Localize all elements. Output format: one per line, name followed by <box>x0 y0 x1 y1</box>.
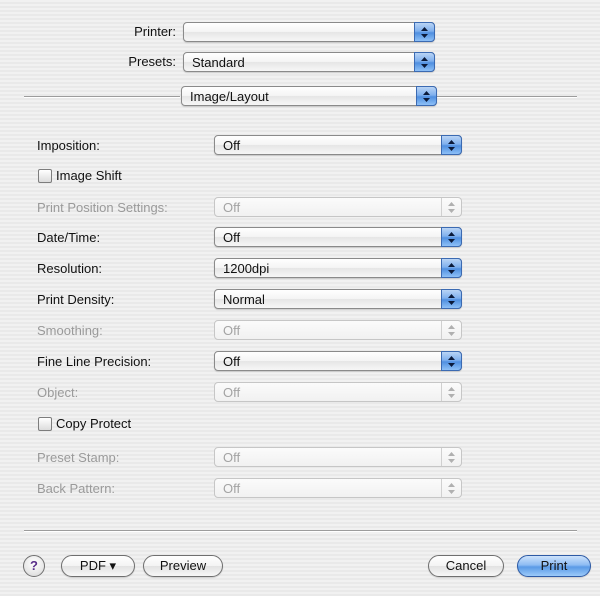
popup-arrows-icon <box>441 227 462 247</box>
date-time-popup[interactable]: Off <box>214 227 462 247</box>
cancel-button[interactable]: Cancel <box>428 555 504 577</box>
print-button[interactable]: Print <box>517 555 591 577</box>
panel-popup[interactable]: Image/Layout <box>181 86 437 106</box>
imposition-value: Off <box>223 138 241 153</box>
print-position-popup[interactable]: Off <box>214 197 462 217</box>
smoothing-label: Smoothing: <box>37 323 103 338</box>
separator-left <box>24 96 180 97</box>
print-density-popup[interactable]: Normal <box>214 289 462 309</box>
resolution-label: Resolution: <box>37 261 103 276</box>
popup-arrows-icon <box>414 22 435 42</box>
copy-protect-label[interactable]: Copy Protect <box>56 416 131 432</box>
panel-value: Image/Layout <box>190 89 269 104</box>
popup-arrows-icon <box>441 479 461 497</box>
image-shift-label[interactable]: Image Shift <box>56 168 122 184</box>
preset-stamp-value: Off <box>223 450 241 465</box>
preset-stamp-label: Preset Stamp: <box>37 450 120 465</box>
printer-label: Printer: <box>134 24 176 39</box>
smoothing-popup[interactable]: Off <box>214 320 462 340</box>
back-pattern-popup[interactable]: Off <box>214 478 462 498</box>
help-button[interactable]: ? <box>23 555 45 577</box>
popup-arrows-icon <box>441 198 461 216</box>
fine-line-value: Off <box>223 354 241 369</box>
popup-arrows-icon <box>414 52 435 72</box>
printer-popup[interactable] <box>183 22 435 42</box>
object-popup[interactable]: Off <box>214 382 462 402</box>
popup-arrows-icon <box>441 383 461 401</box>
copy-protect-checkbox[interactable] <box>38 417 52 431</box>
print-position-value: Off <box>223 200 241 215</box>
print-position-label: Print Position Settings: <box>37 200 168 215</box>
imposition-popup[interactable]: Off <box>214 135 462 155</box>
print-dialog: Printer: Presets: Standard Image/Layout … <box>0 0 600 596</box>
image-shift-checkbox[interactable] <box>38 169 52 183</box>
date-time-label: Date/Time: <box>37 230 101 245</box>
back-pattern-label: Back Pattern: <box>37 481 116 496</box>
presets-value: Standard <box>192 55 245 70</box>
popup-arrows-icon <box>441 351 462 371</box>
print-density-label: Print Density: <box>37 292 115 307</box>
pdf-button[interactable]: PDF ▾ <box>61 555 135 577</box>
popup-arrows-icon <box>416 86 437 106</box>
resolution-popup[interactable]: 1200dpi <box>214 258 462 278</box>
separator-right <box>437 96 577 97</box>
object-value: Off <box>223 385 241 400</box>
imposition-label: Imposition: <box>37 138 100 153</box>
footer-separator <box>24 530 577 531</box>
smoothing-value: Off <box>223 323 241 338</box>
print-density-value: Normal <box>223 292 265 307</box>
popup-arrows-icon <box>441 321 461 339</box>
popup-arrows-icon <box>441 258 462 278</box>
popup-arrows-icon <box>441 135 462 155</box>
popup-arrows-icon <box>441 289 462 309</box>
date-time-value: Off <box>223 230 241 245</box>
fine-line-popup[interactable]: Off <box>214 351 462 371</box>
presets-popup[interactable]: Standard <box>183 52 435 72</box>
preset-stamp-popup[interactable]: Off <box>214 447 462 467</box>
popup-arrows-icon <box>441 448 461 466</box>
preview-button[interactable]: Preview <box>143 555 223 577</box>
back-pattern-value: Off <box>223 481 241 496</box>
object-label: Object: <box>37 385 79 400</box>
presets-label: Presets: <box>128 54 176 69</box>
resolution-value: 1200dpi <box>223 261 270 276</box>
fine-line-label: Fine Line Precision: <box>37 354 152 369</box>
